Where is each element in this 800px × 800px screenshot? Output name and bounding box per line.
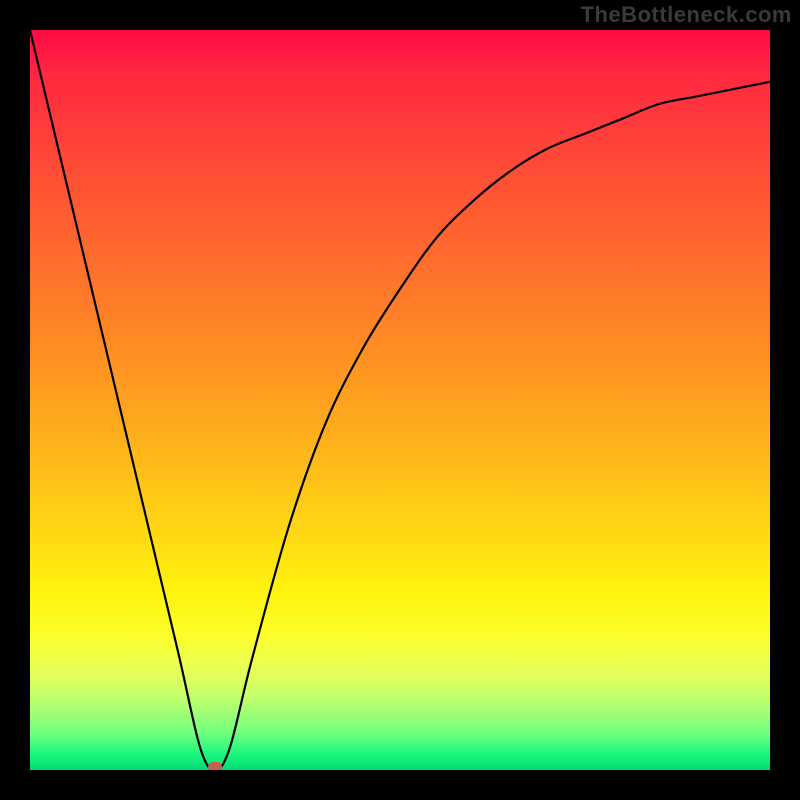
chart-container: TheBottleneck.com	[0, 0, 800, 800]
minimum-marker	[208, 762, 222, 770]
curve-svg	[30, 30, 770, 770]
curve-path	[30, 30, 770, 770]
watermark-text: TheBottleneck.com	[581, 2, 792, 28]
plot-area	[30, 30, 770, 770]
